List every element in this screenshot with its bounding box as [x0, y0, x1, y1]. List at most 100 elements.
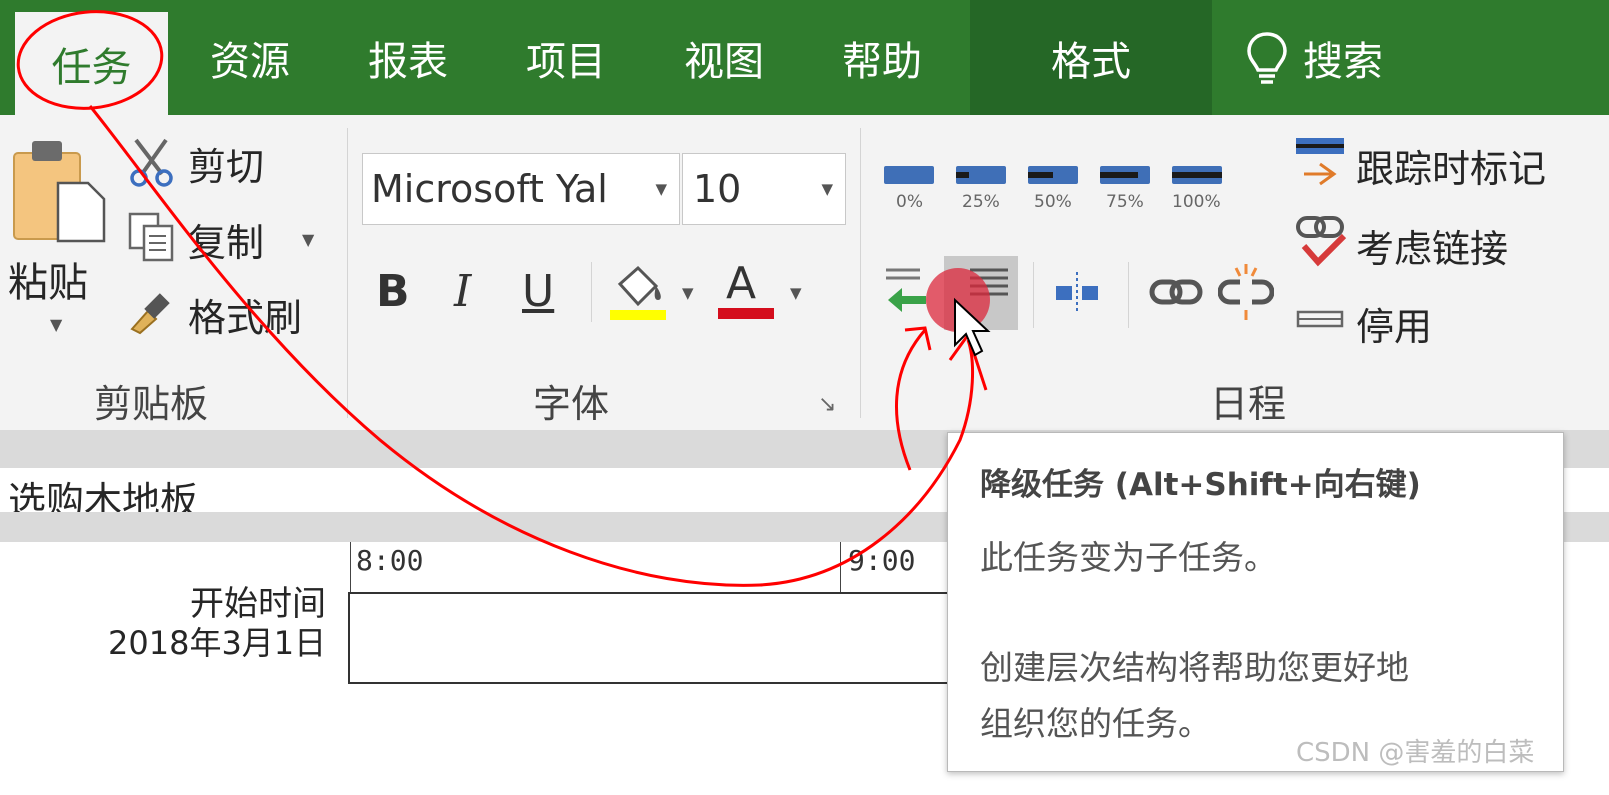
font-color-button[interactable]: A ▼ — [716, 258, 816, 328]
divider — [1033, 262, 1034, 328]
tab-report[interactable]: 报表 — [338, 0, 478, 115]
outdent-task-button[interactable] — [880, 262, 940, 322]
copy-label: 复制 — [188, 221, 265, 265]
link-tasks-button[interactable] — [1148, 270, 1204, 316]
unlink-icon — [1217, 264, 1275, 320]
paste-button[interactable]: 粘贴 ▼ — [8, 135, 113, 345]
lightbulb-icon — [1247, 31, 1287, 84]
split-task-icon — [1056, 272, 1098, 314]
unlink-tasks-button[interactable] — [1217, 262, 1275, 322]
font-family-select[interactable]: Microsoft Yal ▼ — [362, 153, 680, 225]
paintbrush-icon — [130, 293, 170, 335]
indent-task-button[interactable] — [944, 256, 1018, 330]
respect-links-icon — [1296, 216, 1347, 267]
progress-bar-icon — [956, 166, 1006, 184]
search-label: 搜索 — [1303, 38, 1383, 85]
tab-view[interactable]: 视图 — [654, 0, 794, 115]
chevron-down-icon: ▼ — [50, 315, 63, 334]
ribbon-tab-bar: 任务 资源 报表 项目 视图 帮助 格式 搜索 — [0, 0, 1609, 115]
inactivate-icon — [1296, 310, 1344, 328]
respect-links-label: 考虑链接 — [1356, 227, 1509, 271]
group-divider — [347, 128, 348, 418]
bold-icon: B — [376, 266, 410, 317]
schedule-group-label: 日程 — [1210, 382, 1287, 426]
percent-label: 100% — [1172, 192, 1221, 212]
chevron-down-icon: ▼ — [821, 180, 833, 198]
cut-label: 剪切 — [188, 145, 265, 189]
font-size-select[interactable]: 10 ▼ — [682, 153, 846, 225]
timeline-start-date: 2018年3月1日 — [108, 624, 327, 662]
mark-on-track-label: 跟踪时标记 — [1356, 147, 1547, 191]
timeline-view[interactable]: 开始时间 2018年3月1日 8:00 9:00 — [0, 542, 950, 795]
divider — [1128, 262, 1129, 328]
divider — [591, 262, 592, 322]
tooltip-description: 组织您的任务。 — [980, 704, 1211, 743]
underline-icon: U — [522, 266, 555, 317]
mark-on-track-button[interactable]: 跟踪时标记 — [1294, 134, 1609, 194]
search-box[interactable]: 搜索 — [1245, 0, 1415, 115]
tab-label: 任务 — [51, 44, 132, 91]
timeline-tick — [350, 542, 351, 592]
chevron-down-icon: ▼ — [302, 230, 315, 249]
bold-button[interactable]: B — [376, 266, 410, 317]
tab-project[interactable]: 项目 — [496, 0, 636, 115]
font-group-label: 字体 — [533, 382, 610, 426]
copy-button[interactable]: 复制 ▼ — [126, 210, 326, 265]
format-painter-button[interactable]: 格式刷 — [126, 285, 326, 340]
progress-bar-icon — [1100, 166, 1150, 184]
percent-100-button[interactable]: 100% — [1170, 160, 1226, 216]
percent-75-button[interactable]: 75% — [1098, 160, 1154, 216]
percent-label: 25% — [962, 192, 1000, 212]
percent-0-button[interactable]: 0% — [882, 160, 938, 216]
format-painter-label: 格式刷 — [188, 296, 303, 340]
tab-resource[interactable]: 资源 — [180, 0, 320, 115]
copy-icon — [128, 212, 174, 262]
tab-label: 资源 — [210, 38, 290, 85]
split-task-button[interactable] — [1052, 268, 1102, 318]
mark-on-track-icon — [1296, 138, 1344, 186]
outdent-icon — [886, 268, 926, 312]
clipboard-icon — [13, 141, 106, 243]
screen-tip: 降级任务 (Alt+Shift+向右键) 此任务变为子任务。 创建层次结构将帮助… — [947, 432, 1564, 772]
inactivate-button[interactable]: 停用 — [1294, 292, 1609, 352]
italic-icon: I — [454, 266, 472, 317]
tab-label: 帮助 — [842, 38, 922, 85]
font-family-value: Microsoft Yal — [371, 167, 608, 211]
tab-label: 视图 — [684, 38, 764, 85]
watermark: CSDN @害羞的白菜 — [1296, 738, 1535, 768]
font-size-value: 10 — [693, 167, 742, 211]
tab-label: 报表 — [368, 38, 448, 85]
clipboard-group-label: 剪贴板 — [94, 382, 209, 426]
timeline-tick — [840, 542, 841, 592]
percent-label: 75% — [1106, 192, 1144, 212]
group-divider — [860, 128, 861, 418]
respect-links-button[interactable]: 考虑链接 — [1294, 212, 1609, 272]
scissors-icon — [130, 138, 173, 187]
highlight-color-button[interactable]: ▼ — [606, 262, 706, 326]
progress-bar-icon — [1028, 166, 1078, 184]
font-color-swatch — [718, 308, 774, 319]
font-color-icon: A — [726, 258, 757, 309]
paste-label: 粘贴 — [8, 260, 88, 306]
tab-help[interactable]: 帮助 — [812, 0, 952, 115]
progress-bar-icon — [1172, 166, 1222, 184]
percent-25-button[interactable]: 25% — [954, 160, 1010, 216]
underline-button[interactable]: U — [522, 266, 554, 317]
indent-icon — [970, 268, 1008, 296]
tooltip-description: 此任务变为子任务。 — [980, 538, 1277, 577]
italic-button[interactable]: I — [454, 266, 471, 317]
timeline-bar — [348, 592, 950, 684]
percent-50-button[interactable]: 50% — [1026, 160, 1082, 216]
progress-bar-icon — [884, 166, 934, 184]
task-name-row[interactable]: 选购木地板 — [0, 468, 950, 523]
cut-button[interactable]: 剪切 — [126, 136, 326, 189]
tooltip-description: 创建层次结构将帮助您更好地 — [980, 648, 1409, 687]
tab-task[interactable]: 任务 — [15, 12, 168, 115]
timeline-tick-label: 9:00 — [848, 544, 916, 577]
tab-label: 项目 — [526, 38, 606, 85]
percent-label: 50% — [1034, 192, 1072, 212]
chevron-down-icon: ▼ — [655, 180, 667, 198]
tab-format[interactable]: 格式 — [970, 0, 1212, 115]
inactivate-label: 停用 — [1356, 305, 1433, 349]
font-dialog-launcher-icon[interactable]: ↘ — [818, 392, 836, 417]
